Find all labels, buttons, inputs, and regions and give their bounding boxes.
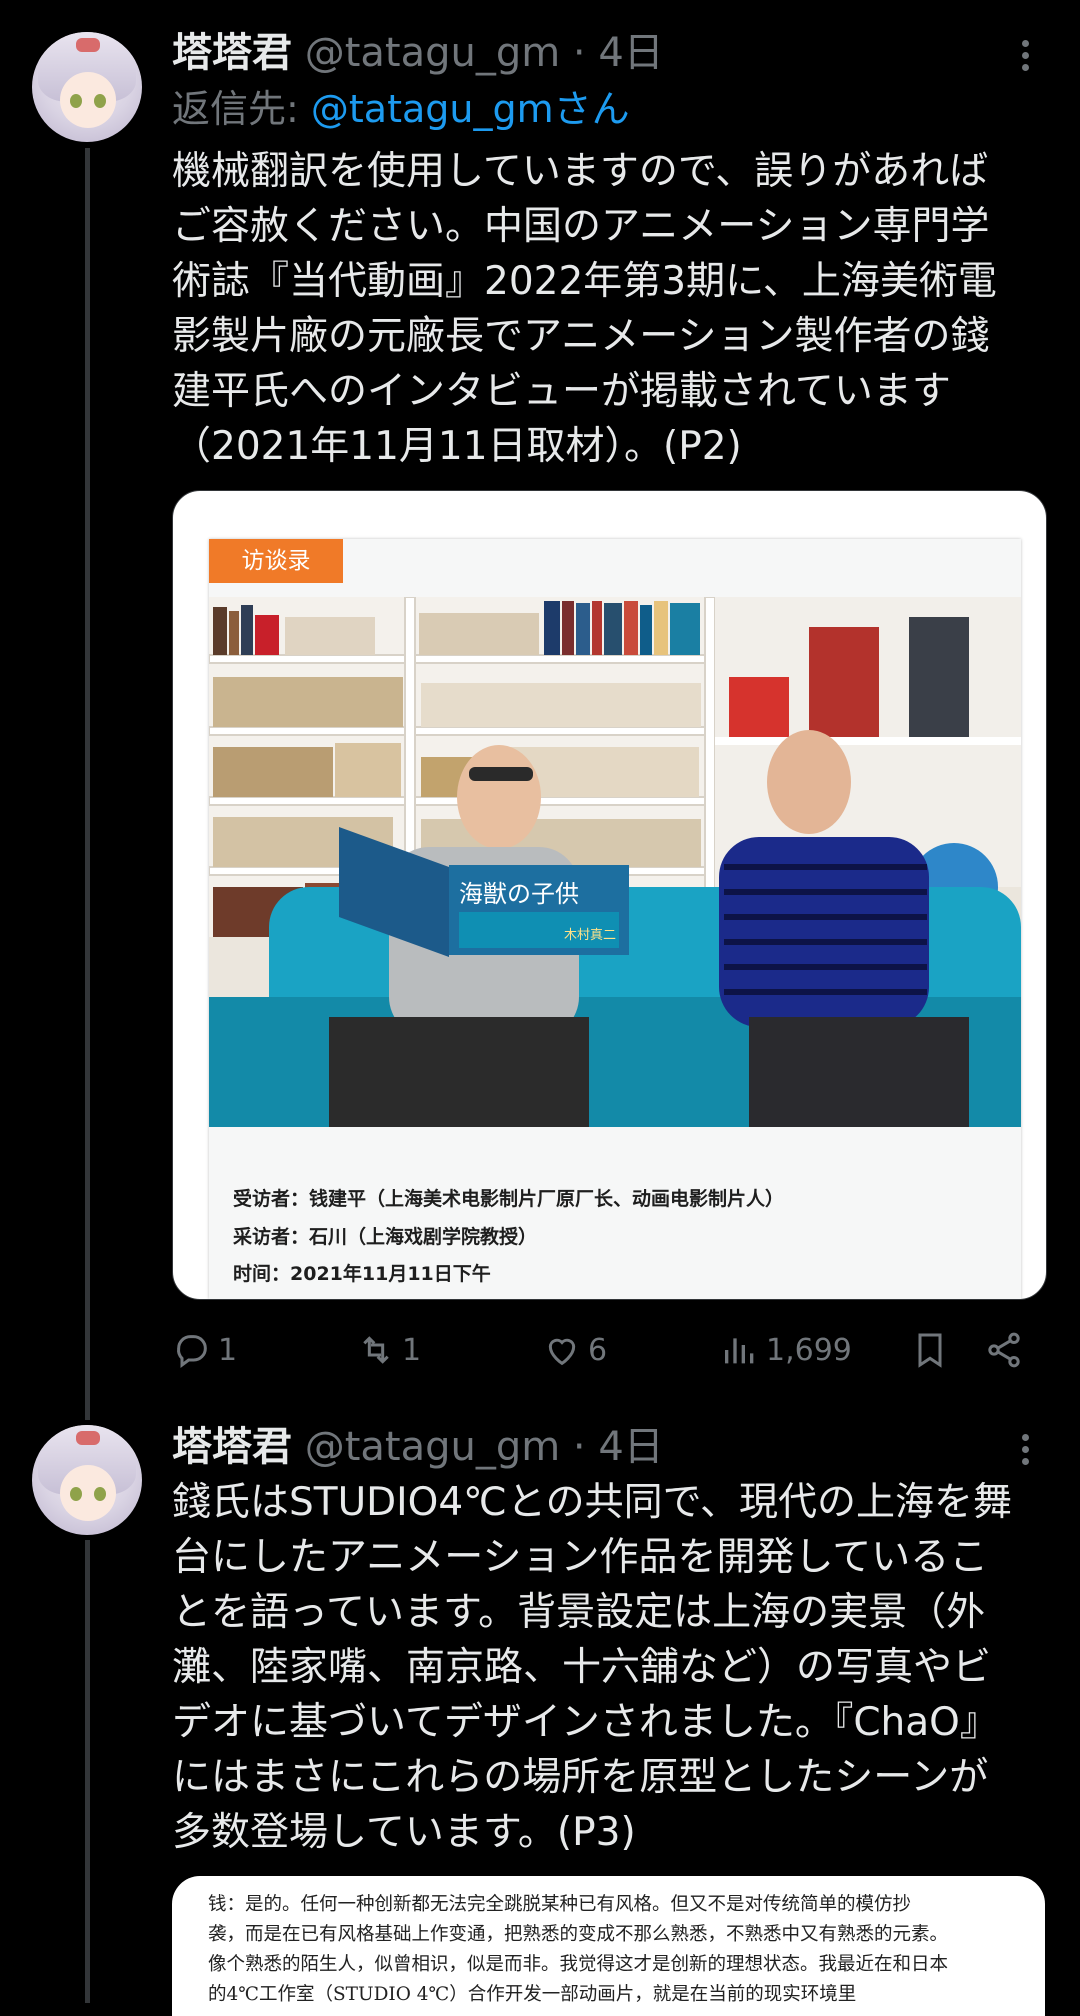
book-title: 海獣の子供 bbox=[459, 880, 579, 908]
handle-timestamp[interactable]: @tatagu_gm · 4日 bbox=[305, 30, 664, 76]
reply-button[interactable]: 1 bbox=[172, 1325, 237, 1375]
tweet-image[interactable]: 访谈录 海獣の子供 木村真二 受访者：钱建平（上海美术电影制片厂原厂长、动画电影… bbox=[172, 490, 1047, 1300]
reply-to-mention-link[interactable]: @tatagu_gmさん bbox=[311, 87, 630, 131]
magazine-page: 访谈录 海獣の子供 木村真二 受访者：钱建平（上海美术电影制片厂原厂长、动画电影… bbox=[209, 539, 1021, 1299]
caption-time: 时间：2021年11月11日下午 bbox=[233, 1263, 491, 1285]
caption-interviewee: 受访者：钱建平（上海美术电影制片厂原厂长、动画电影制片人） bbox=[233, 1188, 785, 1210]
views-icon bbox=[725, 1338, 754, 1364]
view-count: 1,699 bbox=[766, 1332, 852, 1368]
retweet-count: 1 bbox=[402, 1332, 422, 1368]
tweet-header: 塔塔君 @tatagu_gm · 4日 bbox=[172, 28, 664, 78]
reply-icon bbox=[177, 1335, 207, 1368]
reply-to-prefix: 返信先: bbox=[172, 87, 311, 131]
display-name[interactable]: 塔塔君 bbox=[172, 1424, 292, 1470]
interview-photo-illustration: 海獣の子供 木村真二 bbox=[209, 597, 1021, 1127]
book-subtitle: 木村真二 bbox=[564, 928, 616, 943]
reply-to-line: 返信先: @tatagu_gmさん bbox=[172, 84, 630, 134]
section-tag: 访谈录 bbox=[209, 539, 343, 583]
heart-icon bbox=[548, 1338, 576, 1366]
retweet-button[interactable]: 1 bbox=[356, 1325, 421, 1375]
share-icon bbox=[988, 1332, 1020, 1368]
share-button[interactable] bbox=[984, 1325, 1030, 1375]
media-text-line: 像个熟悉的陌生人，似曾相识，似是而非。我觉得这才是创新的理想状态。我最近在和日本 bbox=[208, 1954, 949, 1975]
caption-interviewer: 采访者：石川（上海戏剧学院教授） bbox=[233, 1226, 538, 1248]
avatar[interactable] bbox=[32, 32, 142, 142]
tweet-text: 錢氏はSTUDIO4℃との共同で、現代の上海を舞 台にしたアニメーション作品を開… bbox=[172, 1480, 1013, 1855]
more-options-icon[interactable] bbox=[1008, 1430, 1042, 1470]
like-count: 6 bbox=[588, 1332, 608, 1368]
views-button[interactable]: 1,699 bbox=[720, 1325, 852, 1375]
interview-photo: 海獣の子供 木村真二 bbox=[209, 597, 1021, 1127]
display-name[interactable]: 塔塔君 bbox=[172, 30, 292, 76]
media-text-line: 钱：是的。任何一种创新都无法完全跳脱某种已有风格。但又不是对传统简单的模仿抄 bbox=[208, 1894, 912, 1915]
handle-timestamp[interactable]: @tatagu_gm · 4日 bbox=[305, 1424, 664, 1470]
thread-connector-line bbox=[85, 1540, 90, 2003]
reply-count: 1 bbox=[218, 1332, 238, 1368]
avatar[interactable] bbox=[32, 1425, 142, 1535]
tweet-text: 機械翻訳を使用していますので、誤りがあれば ご容赦ください。中国のアニメーション… bbox=[172, 149, 997, 469]
thread-connector-line bbox=[85, 148, 90, 1420]
like-button[interactable]: 6 bbox=[542, 1325, 607, 1375]
tweet-header: 塔塔君 @tatagu_gm · 4日 bbox=[172, 1422, 664, 1472]
tweet-actions: 1 1 6 1,699 bbox=[172, 1325, 1052, 1375]
bookmark-button[interactable] bbox=[910, 1325, 956, 1375]
bookmark-icon bbox=[918, 1333, 942, 1368]
media-text-line: 袭，而是在已有风格基础上作变通，把熟悉的变成不那么熟悉，不熟悉中又有熟悉的元素。 bbox=[208, 1924, 949, 1945]
retweet-icon bbox=[363, 1336, 389, 1364]
media-text-line: 的4℃工作室（STUDIO 4℃）合作开发一部动画片，就是在当前的现实环境里 bbox=[208, 1984, 857, 2005]
tweet-image[interactable]: 钱：是的。任何一种创新都无法完全跳脱某种已有风格。但又不是对传统简单的模仿抄 袭… bbox=[172, 1876, 1045, 2016]
more-options-icon[interactable] bbox=[1008, 36, 1042, 76]
